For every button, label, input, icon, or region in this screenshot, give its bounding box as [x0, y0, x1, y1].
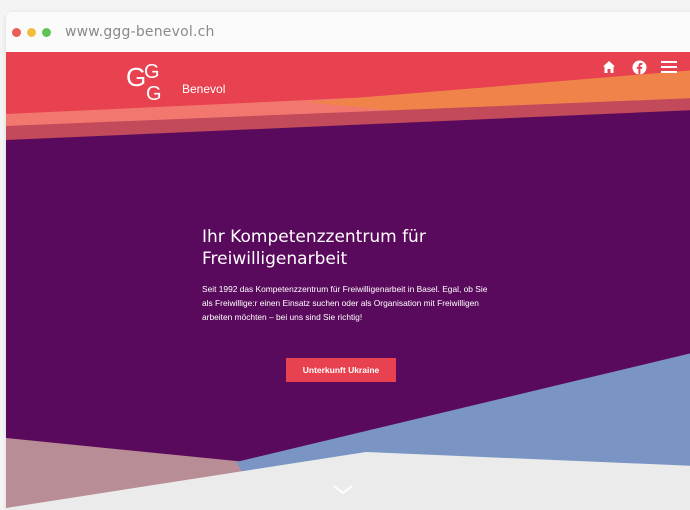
browser-titlebar: www.ggg-benevol.ch	[6, 12, 690, 52]
unterkunft-ukraine-button[interactable]: Unterkunft Ukraine	[286, 358, 396, 382]
address-bar-url[interactable]: www.ggg-benevol.ch	[65, 24, 215, 40]
brand-name: Benevol	[182, 82, 226, 96]
browser-window: www.ggg-benevol.ch G G G Benevol Ihr Kom…	[6, 12, 690, 510]
home-icon[interactable]	[600, 58, 618, 76]
page-viewport: G G G Benevol Ihr Kompetenzzentrum für F…	[6, 52, 690, 510]
svg-text:G: G	[144, 62, 160, 83]
svg-text:G: G	[146, 83, 162, 102]
close-window-button[interactable]	[12, 27, 21, 37]
menu-icon[interactable]	[660, 58, 678, 76]
chevron-down-icon[interactable]	[332, 484, 354, 496]
maximize-window-button[interactable]	[42, 27, 51, 37]
ggg-logo-mark: G G G	[126, 62, 162, 102]
hero-description: Seit 1992 das Kompetenzzentrum für Freiw…	[202, 284, 488, 322]
header-icon-group	[600, 58, 678, 76]
facebook-icon[interactable]	[630, 58, 648, 76]
ggg-benevol-logo[interactable]: G G G Benevol	[124, 62, 244, 102]
hero-content: Ihr Kompetenzzentrum für Freiwilligenarb…	[202, 226, 492, 324]
hero-title: Ihr Kompetenzzentrum für Freiwilligenarb…	[202, 227, 426, 269]
minimize-window-button[interactable]	[27, 27, 36, 37]
